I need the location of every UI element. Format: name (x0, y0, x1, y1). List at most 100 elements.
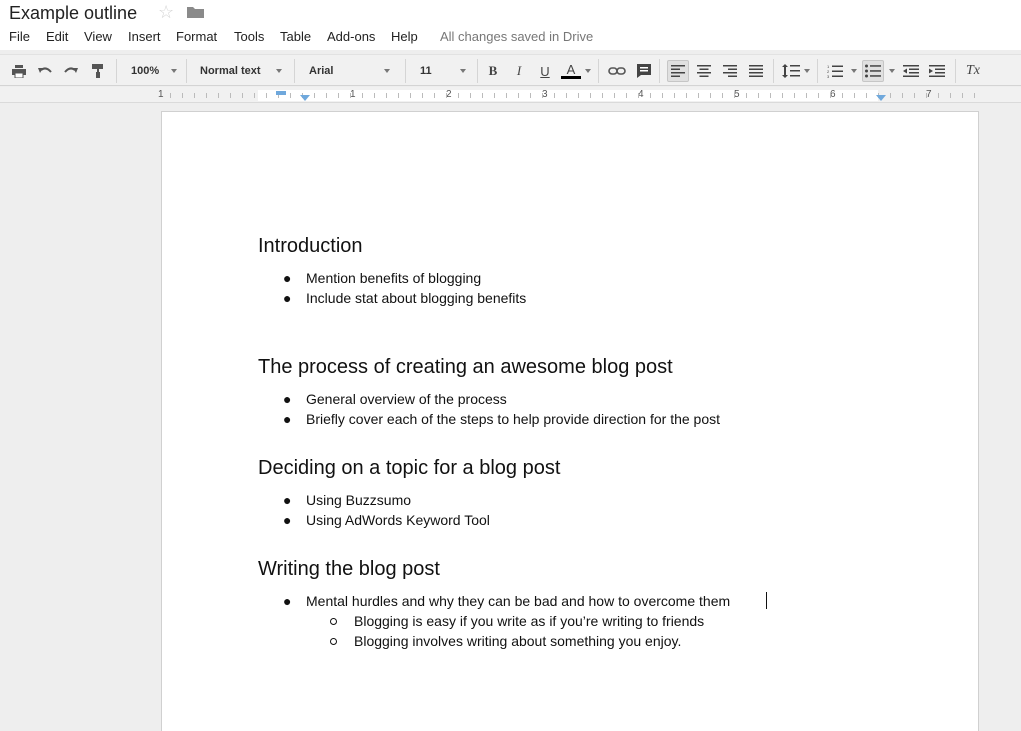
chevron-down-icon (384, 69, 390, 73)
ruler-tick (950, 93, 951, 98)
list-item[interactable]: General overview of the process (306, 390, 507, 408)
star-icon[interactable]: ☆ (158, 1, 174, 23)
chevron-down-icon (171, 69, 177, 73)
ruler-tick (638, 93, 639, 98)
underline-button[interactable]: U (534, 60, 556, 82)
numbered-list-icon[interactable]: 123 (824, 60, 846, 82)
ruler-tick (770, 93, 771, 98)
menu-table[interactable]: Table (280, 29, 311, 45)
ruler-tick (554, 93, 555, 98)
ruler-tick (458, 93, 459, 98)
ruler-tick (842, 93, 843, 98)
list-item[interactable]: Using Buzzsumo (306, 491, 411, 509)
heading-topic[interactable]: Deciding on a topic for a blog post (258, 456, 560, 480)
font-size-select[interactable]: 11 (420, 62, 432, 80)
paragraph-style-select[interactable]: Normal text (200, 62, 261, 80)
ruler-tick (542, 93, 543, 98)
ruler-tick (578, 93, 579, 98)
heading-process[interactable]: The process of creating an awesome blog … (258, 355, 673, 379)
ruler-tick (650, 93, 651, 98)
font-select[interactable]: Arial (309, 62, 333, 80)
ruler-tick (890, 93, 891, 98)
menu-file[interactable]: File (9, 29, 30, 45)
chevron-down-icon (460, 69, 466, 73)
menu-help[interactable]: Help (391, 29, 418, 45)
first-line-indent-marker[interactable] (276, 91, 286, 95)
bullet-icon: ● (283, 270, 292, 286)
list-item[interactable]: Using AdWords Keyword Tool (306, 511, 490, 529)
bulleted-list-icon[interactable] (862, 60, 884, 82)
zoom-select[interactable]: 100% (131, 62, 159, 80)
list-item[interactable]: Mental hurdles and why they can be bad a… (306, 592, 730, 610)
ruler-tick (974, 93, 975, 98)
justify-icon[interactable] (745, 60, 767, 82)
ruler-tick (518, 93, 519, 98)
comment-icon[interactable] (633, 60, 655, 82)
align-center-icon[interactable] (693, 60, 715, 82)
sub-list-item[interactable]: Blogging is easy if you write as if you’… (354, 612, 704, 630)
bullet-icon: ● (283, 290, 292, 306)
ruler-tick (590, 93, 591, 98)
paint-format-icon[interactable] (87, 60, 109, 82)
align-right-icon[interactable] (719, 60, 741, 82)
menu-edit[interactable]: Edit (46, 29, 68, 45)
ruler-tick (602, 93, 603, 98)
menu-tools[interactable]: Tools (234, 29, 264, 45)
ruler-tick (626, 93, 627, 98)
ruler-tick (722, 93, 723, 98)
ruler-tick (194, 93, 195, 98)
align-left-icon[interactable] (667, 60, 689, 82)
redo-icon[interactable] (60, 60, 82, 82)
chevron-down-icon (804, 69, 810, 73)
ruler-tick (422, 93, 423, 98)
ruler-tick (362, 93, 363, 98)
ruler-tick (758, 93, 759, 98)
toolbar-separator (116, 59, 117, 83)
ruler-tick (206, 93, 207, 98)
list-item[interactable]: Briefly cover each of the steps to help … (306, 410, 720, 428)
ruler-tick (614, 93, 615, 98)
document-page[interactable]: Introduction ● Mention benefits of blogg… (161, 111, 979, 731)
increase-indent-icon[interactable] (926, 60, 948, 82)
toolbar-separator (598, 59, 599, 83)
ruler-tick (482, 93, 483, 98)
line-spacing-icon[interactable] (780, 60, 802, 82)
folder-icon[interactable] (187, 6, 204, 18)
decrease-indent-icon[interactable] (900, 60, 922, 82)
toolbar-separator (294, 59, 295, 83)
ruler-tick (662, 93, 663, 98)
list-item[interactable]: Include stat about blogging benefits (306, 289, 526, 307)
heading-writing[interactable]: Writing the blog post (258, 557, 440, 581)
heading-introduction[interactable]: Introduction (258, 234, 363, 258)
chevron-down-icon (585, 69, 591, 73)
ruler: 1 1 2 3 4 5 6 7 (0, 87, 1021, 103)
ruler-number: 1 (158, 89, 164, 100)
ruler-tick (818, 93, 819, 98)
ruler-tick (290, 93, 291, 98)
left-indent-marker[interactable] (300, 95, 310, 101)
svg-text:3: 3 (827, 74, 830, 78)
sub-list-item[interactable]: Blogging involves writing about somethin… (354, 632, 681, 650)
italic-button[interactable]: I (508, 60, 530, 82)
ruler-tick (566, 93, 567, 98)
ruler-tick (710, 93, 711, 98)
ruler-tick (242, 93, 243, 98)
menu-insert[interactable]: Insert (128, 29, 161, 45)
chevron-down-icon (889, 69, 895, 73)
document-title[interactable]: Example outline (9, 2, 137, 24)
print-icon[interactable] (8, 60, 30, 82)
toolbar-separator (659, 59, 660, 83)
menu-format[interactable]: Format (176, 29, 217, 45)
ruler-tick (410, 93, 411, 98)
list-item[interactable]: Mention benefits of blogging (306, 269, 481, 287)
right-indent-marker[interactable] (876, 95, 886, 101)
menu-add-ons[interactable]: Add-ons (327, 29, 375, 45)
undo-icon[interactable] (34, 60, 56, 82)
clear-formatting-button[interactable]: Tx (962, 60, 984, 82)
link-icon[interactable] (606, 60, 628, 82)
menu-view[interactable]: View (84, 29, 112, 45)
bold-button[interactable]: B (482, 60, 504, 82)
save-status[interactable]: All changes saved in Drive (440, 29, 593, 45)
text-color-swatch (561, 76, 581, 79)
text-color-button[interactable]: A (560, 60, 582, 82)
